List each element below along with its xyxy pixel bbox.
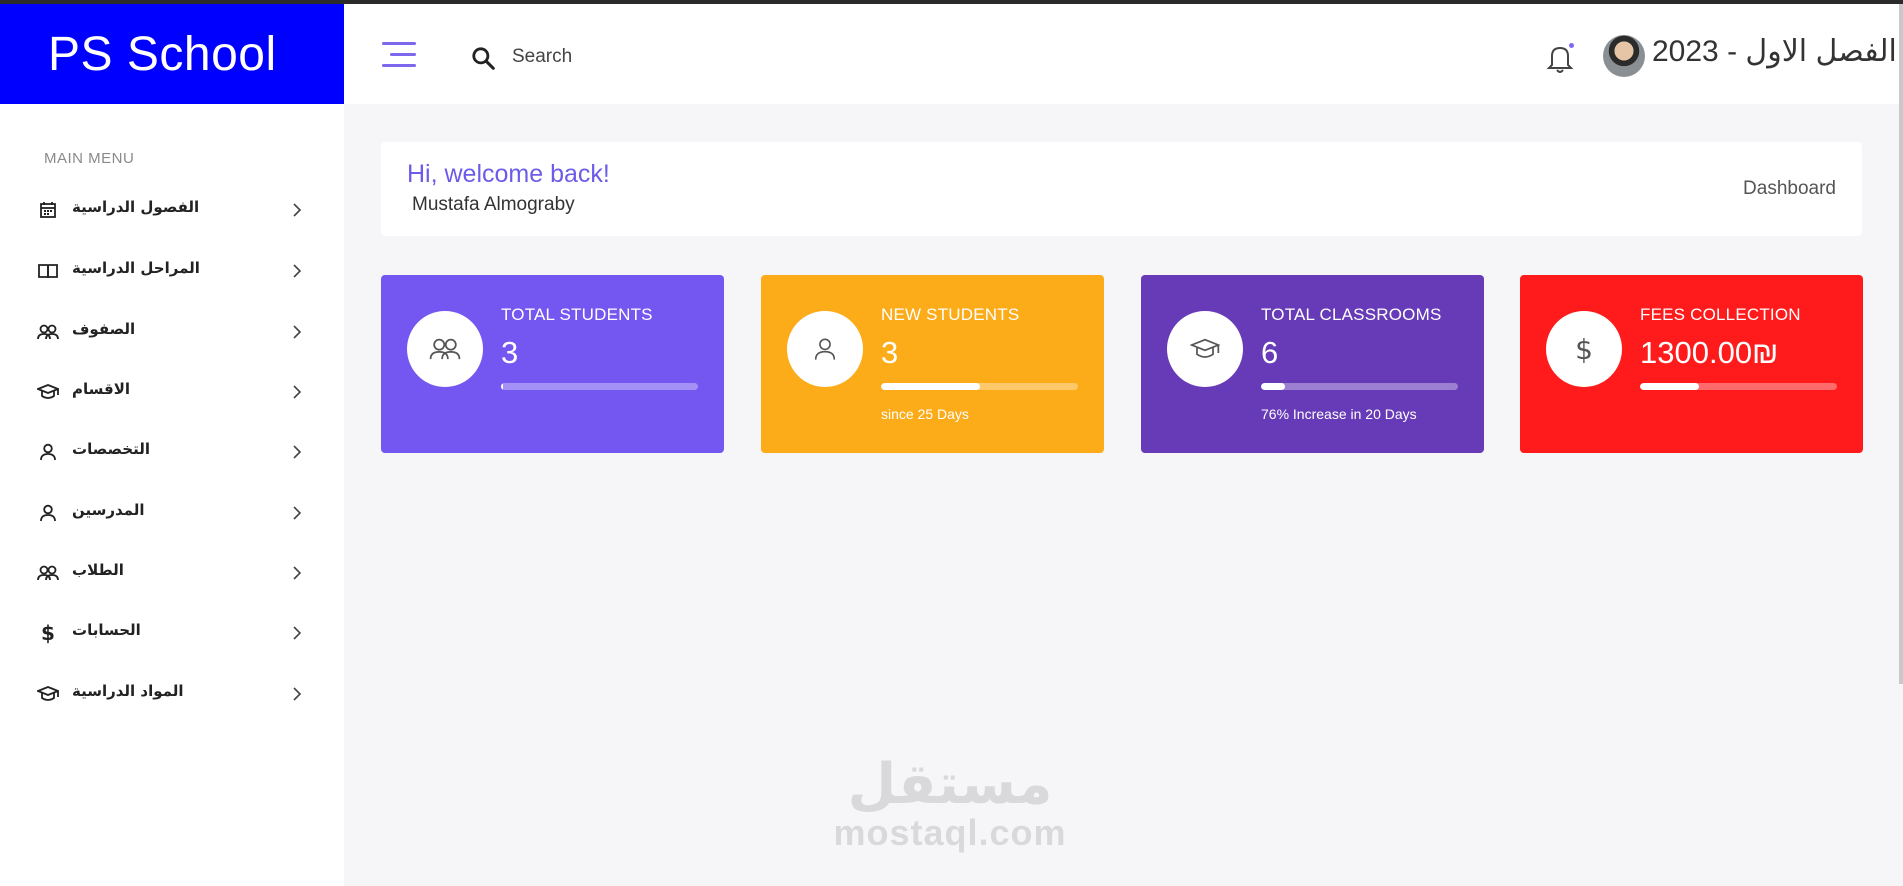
chevron-right-icon (293, 626, 302, 640)
card-note: 76% Increase in 20 Days (1261, 406, 1417, 422)
card-progress-bar (501, 383, 698, 390)
sidebar-item-label: الحسابات (72, 621, 141, 639)
card-value: 3 (881, 335, 899, 370)
card-progress-fill (1640, 383, 1700, 390)
card-title: NEW STUDENTS (881, 305, 1020, 324)
sidebar-item-specializations[interactable]: التخصصات (0, 426, 344, 478)
user-icon (36, 440, 60, 464)
chevron-right-icon (293, 445, 302, 459)
chevron-right-icon (293, 566, 302, 580)
user-icon (814, 338, 836, 360)
dollar-icon: $ (1575, 332, 1593, 366)
card-icon-circle (407, 311, 483, 387)
card-value: 6 (1261, 335, 1279, 370)
user-avatar[interactable] (1603, 35, 1645, 77)
sidebar-item-label: الاقسام (72, 380, 131, 398)
calendar-icon (36, 198, 60, 222)
chevron-right-icon (293, 325, 302, 339)
stat-card-total-students[interactable]: TOTAL STUDENTS 3 (381, 275, 724, 453)
sidebar-item-students[interactable]: الطلاب (0, 547, 344, 599)
chevron-right-icon (293, 506, 302, 520)
sidebar-item-label: الفصول الدراسية (72, 198, 200, 216)
notification-dot (1567, 41, 1576, 50)
top-header: الفصل الاول - 2023 (344, 4, 1900, 104)
chevron-right-icon (293, 264, 302, 278)
semester-label: الفصل الاول - 2023 (1652, 35, 1897, 68)
stat-card-new-students[interactable]: NEW STUDENTS 3 since 25 Days (761, 275, 1104, 453)
card-title: TOTAL CLASSROOMS (1261, 305, 1442, 324)
card-progress-fill (501, 383, 503, 390)
stat-card-fees-collection[interactable]: $ FEES COLLECTION 1300.00₪ (1520, 275, 1863, 453)
users-icon (36, 561, 60, 585)
card-progress-fill (1261, 383, 1285, 390)
sidebar-item-grades[interactable]: الصفوف (0, 306, 344, 358)
graduation-cap-icon (36, 380, 60, 404)
card-title: FEES COLLECTION (1640, 305, 1801, 324)
search-input[interactable] (512, 42, 812, 72)
watermark-arabic: مستقل (847, 752, 1053, 817)
sidebar-item-label: المدرسين (72, 501, 145, 519)
sidebar-item-label: الطلاب (72, 561, 124, 579)
chevron-right-icon (293, 203, 302, 217)
sidebar-item-label: المواد الدراسية (72, 682, 184, 700)
welcome-panel: Hi, welcome back! Mustafa Almograby Dash… (381, 142, 1862, 236)
card-note: since 25 Days (881, 406, 969, 422)
sidebar-item-teachers[interactable]: المدرسين (0, 487, 344, 539)
sidebar-item-label: المراحل الدراسية (72, 259, 200, 277)
breadcrumb-dashboard[interactable]: Dashboard (1743, 178, 1836, 200)
user-name: Mustafa Almograby (412, 194, 575, 215)
sidebar-item-stages[interactable]: المراحل الدراسية (0, 245, 344, 297)
search-icon (472, 47, 495, 70)
card-progress-fill (881, 383, 980, 390)
card-title: TOTAL STUDENTS (501, 305, 653, 324)
welcome-greeting: Hi, welcome back! (407, 160, 610, 188)
brand-title: PS School (48, 27, 277, 81)
main-menu-title: MAIN MENU (44, 150, 135, 167)
users-icon (429, 338, 461, 360)
stat-card-total-classrooms[interactable]: TOTAL CLASSROOMS 6 76% Increase in 20 Da… (1141, 275, 1484, 453)
menu-toggle-button[interactable] (382, 40, 416, 68)
user-icon (36, 501, 60, 525)
notifications-button[interactable] (1546, 41, 1576, 75)
card-icon-circle (1167, 311, 1243, 387)
card-progress-bar (881, 383, 1078, 390)
card-progress-bar (1261, 383, 1458, 390)
chevron-right-icon (293, 687, 302, 701)
card-progress-bar (1640, 383, 1837, 390)
sidebar-item-departments[interactable]: الاقسام (0, 366, 344, 418)
graduation-cap-icon (36, 682, 60, 706)
graduation-cap-icon (1190, 338, 1220, 358)
card-value: 3 (501, 335, 519, 370)
sidebar-item-subjects[interactable]: المواد الدراسية (0, 668, 344, 720)
watermark-latin: mostaql.com (833, 812, 1067, 853)
book-icon (36, 259, 60, 283)
brand-logo[interactable]: PS School (0, 4, 344, 104)
sidebar: MAIN MENU الفصول الدراسية المراحل الدراس… (0, 104, 344, 886)
card-icon-circle (787, 311, 863, 387)
sidebar-item-label: التخصصات (72, 440, 150, 458)
card-value: 1300.00₪ (1640, 335, 1779, 370)
users-icon (36, 320, 60, 344)
sidebar-item-accounts[interactable]: $ الحسابات (0, 607, 344, 659)
dollar-icon: $ (41, 621, 55, 645)
chevron-right-icon (293, 385, 302, 399)
sidebar-item-semesters[interactable]: الفصول الدراسية (0, 184, 344, 236)
watermark: مستقل mostaql.com (820, 755, 1080, 851)
sidebar-item-label: الصفوف (72, 320, 136, 338)
page-scrollbar[interactable] (1899, 4, 1903, 684)
card-icon-circle: $ (1546, 311, 1622, 387)
